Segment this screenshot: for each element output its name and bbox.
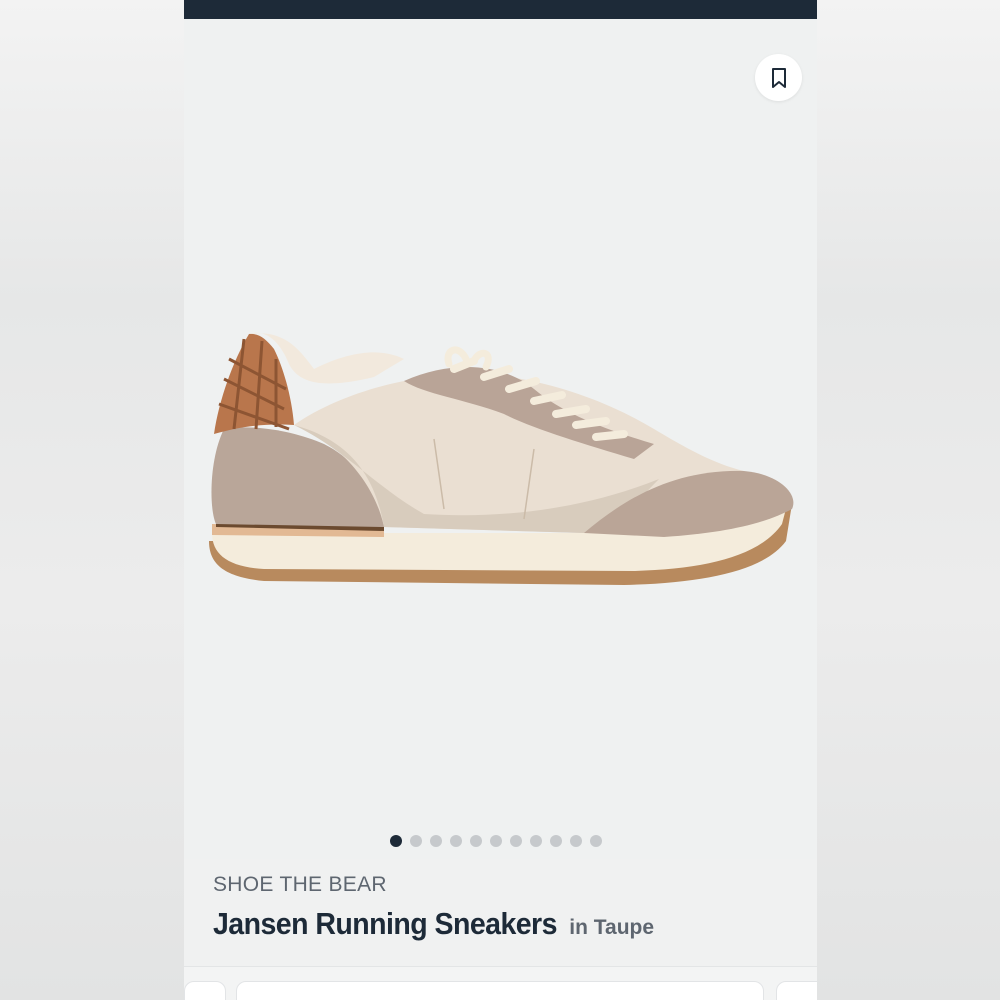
product-title: Jansen Running Sneakers [213,906,557,941]
gallery-dot[interactable] [590,835,602,847]
brand-name-link[interactable]: SHOE THE BEAR [213,873,387,897]
gallery-dot[interactable] [430,835,442,847]
gallery-dot[interactable] [450,835,462,847]
product-image-sneaker [209,332,794,585]
gallery-pagination [390,835,602,847]
gallery-dot[interactable] [510,835,522,847]
option-chip[interactable] [184,981,226,1000]
left-blurred-background [0,0,184,1000]
gallery-dot[interactable] [390,835,402,847]
right-blurred-background [817,0,1000,1000]
gallery-dot[interactable] [490,835,502,847]
gallery-dot[interactable] [550,835,562,847]
phone-screen: SHOE THE BEAR Jansen Running Sneakers in… [184,0,817,1000]
gallery-dot[interactable] [530,835,542,847]
product-title-row: Jansen Running Sneakers in Taupe [213,906,654,942]
bookmark-icon [771,67,786,88]
product-image-gallery[interactable] [184,19,817,859]
option-chip[interactable] [236,981,764,1000]
gallery-dot[interactable] [410,835,422,847]
gallery-dot[interactable] [570,835,582,847]
top-navigation-bar [184,0,817,19]
gallery-dot[interactable] [470,835,482,847]
option-chip[interactable] [776,981,817,1000]
product-color: in Taupe [569,916,655,939]
bottom-option-strip [184,966,817,1000]
save-button[interactable] [755,54,802,101]
